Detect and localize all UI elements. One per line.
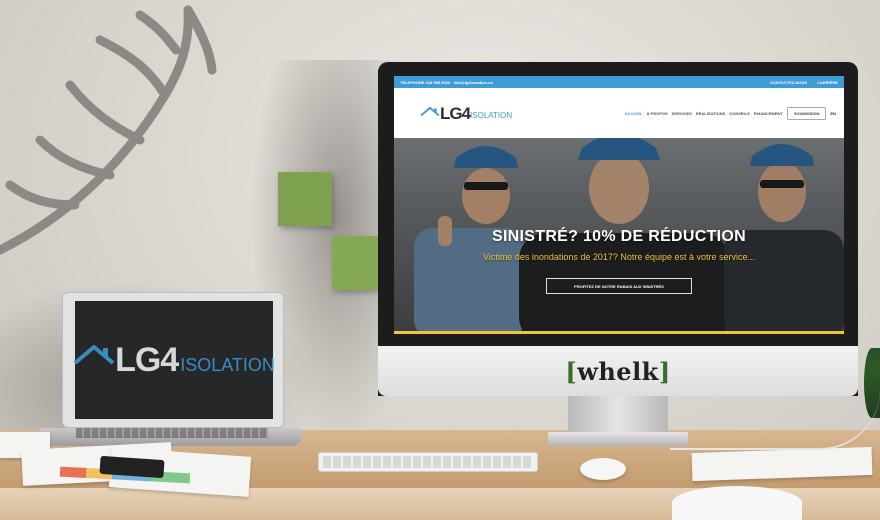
laptop-logo-sub: ISOLATION — [180, 355, 275, 375]
discount-button[interactable]: PROFITEZ DE NOTRE RABAIS AUX SINISTRÉS — [546, 278, 692, 294]
hero-title: SINISTRÉ? 10% DE RÉDUCTION — [491, 228, 747, 245]
site-logo-main: LG4 — [440, 103, 471, 123]
hero-accent-bar — [394, 331, 844, 334]
white-cup — [672, 486, 802, 520]
imac-stand-foot — [548, 432, 688, 446]
hero-banner: SINISTRÉ? 10% DE RÉDUCTION Victime des i… — [394, 138, 844, 334]
sticky-note — [278, 172, 332, 226]
mouse — [580, 458, 626, 480]
nav-item-tips[interactable]: CONSEILS — [729, 111, 749, 116]
site-logo-sub: ISOLATION — [470, 110, 513, 120]
imac-cable — [670, 390, 880, 450]
topbar-links: CONTACTEZ-NOUS CARRIÈRE — [770, 80, 838, 85]
antler-wall-decoration — [0, 5, 217, 255]
nav-item-projects[interactable]: RÉALISATIONS — [696, 111, 725, 116]
workspace-photo: LG4 ISOLATION [whelk] TELEPHONE 418 555 … — [0, 0, 880, 520]
hero-subtitle: Victime des inondations de 2017? Notre é… — [483, 252, 755, 262]
quote-button[interactable]: SOUMISSION — [786, 106, 827, 120]
website-screen: TELEPHONE 418 555 0000 · info@lg4isolati… — [394, 76, 844, 334]
topbar-contact: TELEPHONE 418 555 0000 · info@lg4isolati… — [400, 79, 493, 85]
laptop-keyboard — [76, 428, 268, 438]
site-topbar: TELEPHONE 418 555 0000 · info@lg4isolati… — [394, 76, 844, 88]
house-roof-icon — [420, 106, 440, 116]
topbar-link-careers[interactable]: CARRIÈRE — [817, 80, 838, 85]
laptop-brand-logo: LG4 ISOLATION — [73, 343, 275, 377]
nav-item-about[interactable]: À PROPOS — [647, 111, 668, 116]
imac-stand-neck — [568, 396, 668, 436]
keyboard — [318, 452, 538, 472]
site-header: LG4 ISOLATION ACCUEIL À PROPOS SERVICES … — [394, 88, 844, 138]
nav-item-home[interactable]: ACCUEIL — [625, 111, 643, 116]
topbar-link-contact[interactable]: CONTACTEZ-NOUS — [770, 80, 807, 85]
site-logo[interactable]: LG4 ISOLATION — [420, 105, 512, 122]
house-roof-icon — [73, 345, 115, 365]
nav-item-financing[interactable]: FINANCEMENT — [754, 111, 783, 116]
laptop-logo-main: LG4 — [115, 341, 179, 379]
language-toggle[interactable]: EN — [830, 111, 836, 116]
imac-chin: [whelk] — [378, 346, 858, 396]
whelk-logo: [whelk] — [565, 356, 671, 386]
sticky-note — [332, 236, 378, 290]
site-nav: ACCUEIL À PROPOS SERVICES RÉALISATIONS C… — [625, 106, 836, 120]
nav-item-services[interactable]: SERVICES — [672, 111, 692, 116]
laptop-screen: LG4 ISOLATION — [62, 292, 284, 428]
laptop-display: LG4 ISOLATION — [73, 301, 275, 419]
